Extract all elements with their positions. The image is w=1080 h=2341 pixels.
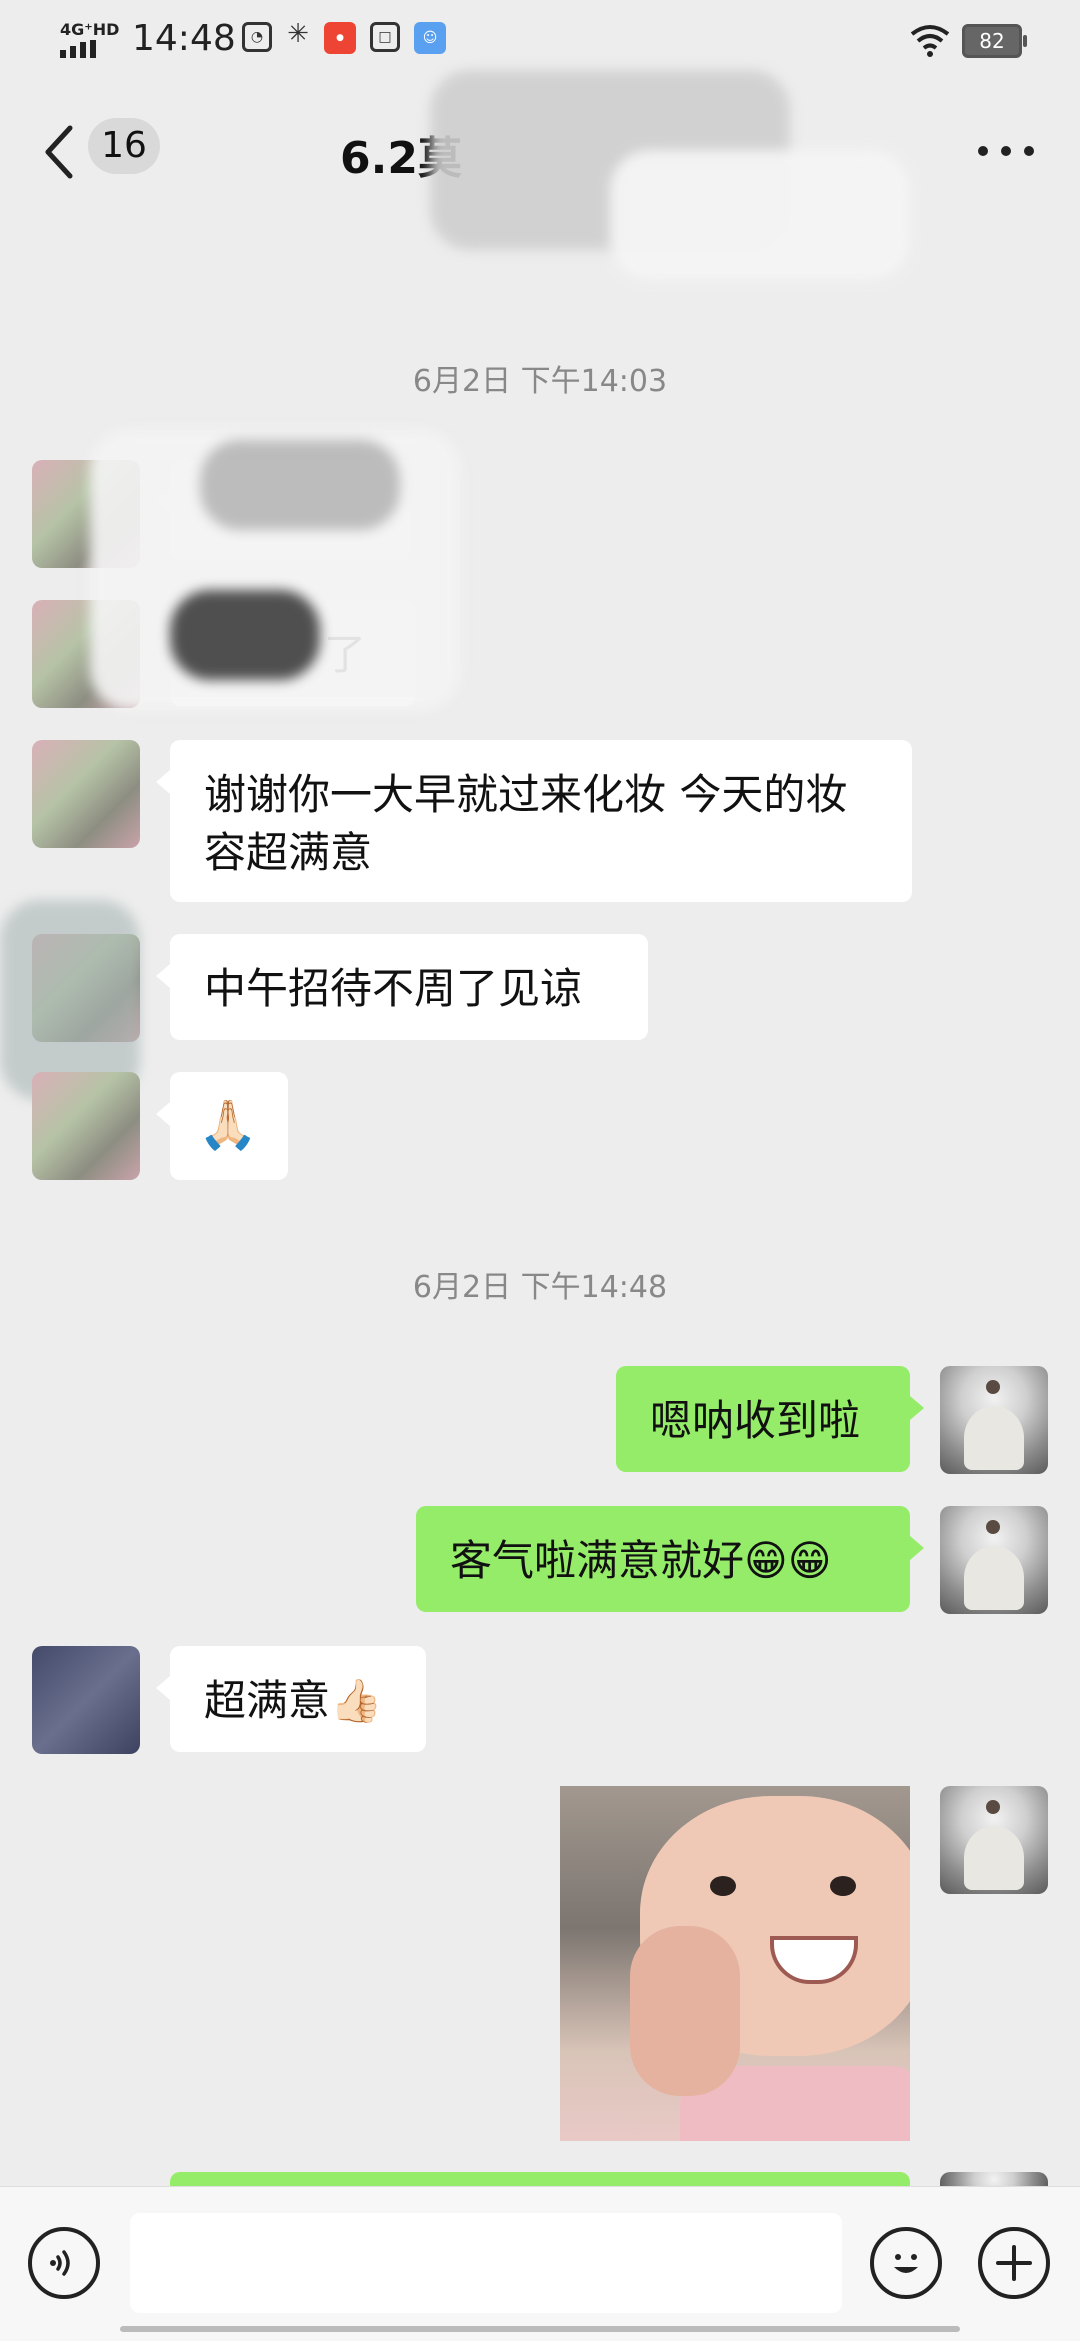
redaction-scribble (0, 900, 140, 1100)
message-bubble-incoming[interactable]: 超满意👍🏻 (156, 1646, 426, 1752)
contact-avatar[interactable] (32, 740, 140, 848)
contact-avatar[interactable] (32, 1072, 140, 1180)
wechat-icon: ◔ (242, 22, 272, 52)
assistant-icon: ☺ (414, 22, 446, 54)
network-indicator: 4G⁺HD (60, 20, 120, 39)
unread-count-badge[interactable]: 16 (88, 118, 160, 174)
status-bar: 4G⁺HD 14:48 ◔ ✳ ● □ ☺ 82 (0, 0, 1080, 80)
more-options-icon[interactable] (978, 146, 1034, 158)
message-bubble-incoming[interactable]: 谢谢你一大早就过来化妆 今天的妆容超满意 (156, 740, 912, 902)
emoji-icon[interactable] (870, 2227, 942, 2299)
composer-bar (0, 2186, 1080, 2341)
voice-icon[interactable] (28, 2227, 100, 2299)
message-input[interactable] (130, 2213, 842, 2313)
timestamp: 6月2日 下午14:03 (412, 364, 668, 399)
my-avatar[interactable] (940, 1506, 1048, 1614)
plus-icon[interactable] (978, 2227, 1050, 2299)
notification-icons: ◔ ✳ ● □ ☺ (242, 19, 446, 54)
message-bubble-outgoing[interactable]: 嗯呐收到啦 (616, 1366, 924, 1472)
redaction-scribble (610, 150, 910, 280)
gesture-bar (120, 2326, 960, 2332)
wifi-icon (910, 25, 950, 57)
my-avatar[interactable] (940, 1366, 1048, 1474)
timestamp: 6月2日 下午14:48 (412, 1270, 668, 1305)
redaction-scribble (200, 440, 400, 530)
battery-icon: 82 (962, 24, 1027, 58)
person-icon: ✳ (287, 19, 309, 49)
signal-icon (60, 40, 96, 58)
redaction-scribble (170, 590, 320, 680)
sticker-image[interactable] (560, 1786, 910, 2141)
status-time: 14:48 (132, 18, 236, 59)
back-arrow-icon[interactable] (40, 122, 80, 182)
message-bubble-incoming[interactable]: 中午招待不周了见谅 (156, 934, 648, 1040)
message-bubble-outgoing[interactable]: 客气啦满意就好😁😁 (416, 1506, 924, 1612)
app-icon: ● (324, 22, 356, 54)
notes-icon: □ (370, 22, 400, 52)
message-bubble-incoming[interactable]: 🙏🏻 (156, 1072, 288, 1180)
contact-avatar[interactable] (32, 1646, 140, 1754)
my-avatar[interactable] (940, 1786, 1048, 1894)
